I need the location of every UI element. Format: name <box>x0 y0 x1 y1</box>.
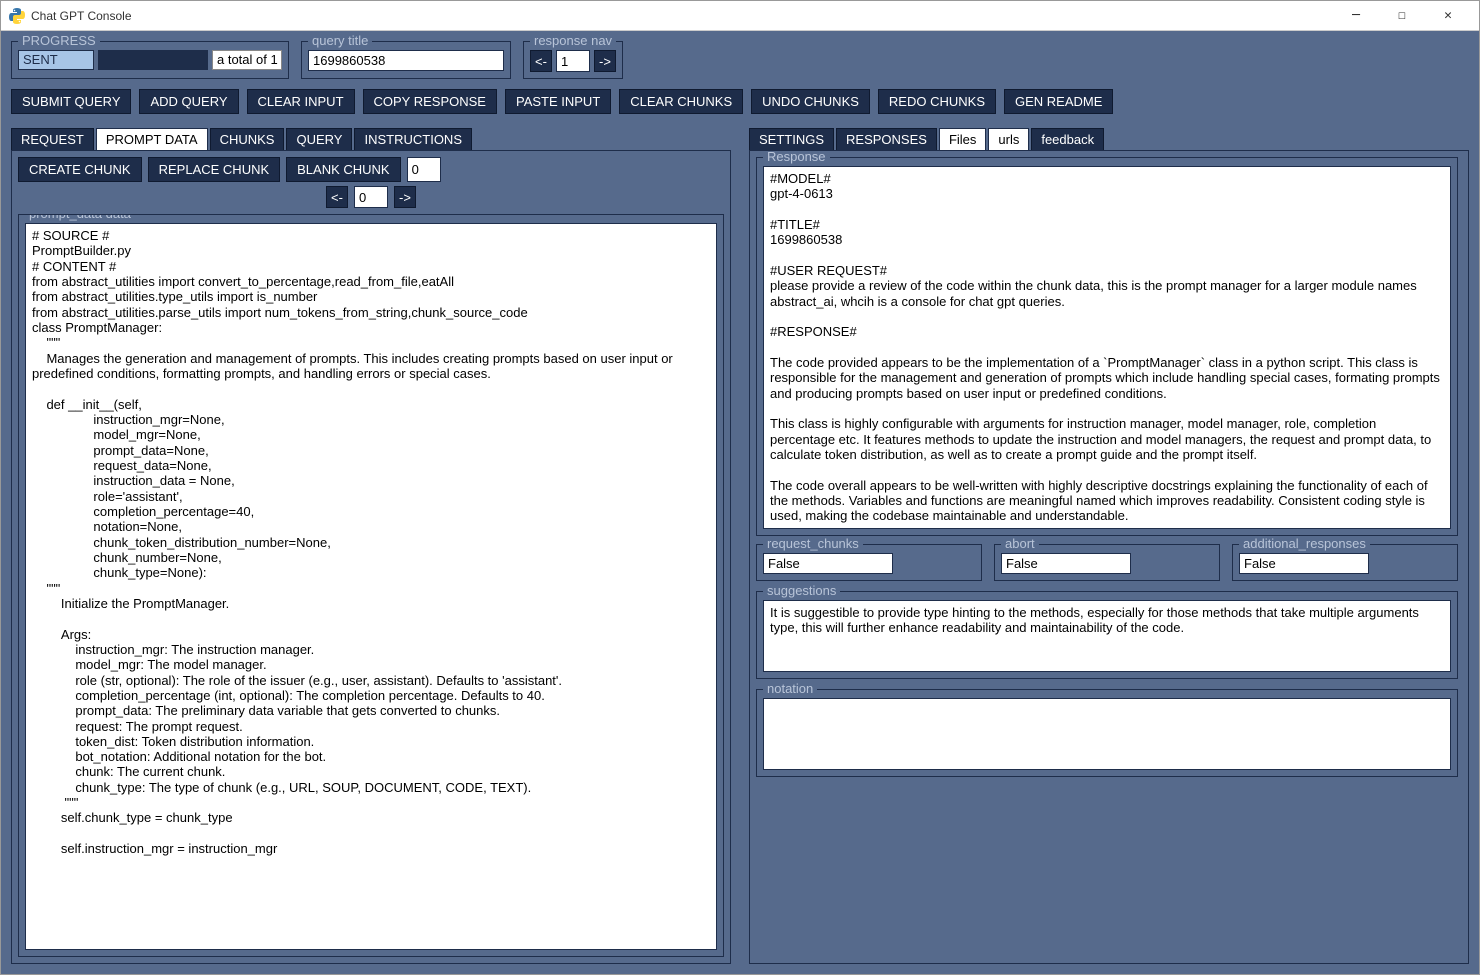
tab-responses[interactable]: RESPONSES <box>836 128 937 151</box>
chunk-nav-index[interactable] <box>354 186 388 208</box>
right-tabs: SETTINGS RESPONSES Files urls feedback <box>749 128 1469 151</box>
abort-value[interactable]: False <box>1001 553 1131 574</box>
tab-settings[interactable]: SETTINGS <box>749 128 834 151</box>
add-query-button[interactable]: ADD QUERY <box>139 89 238 114</box>
tab-query[interactable]: QUERY <box>286 128 352 151</box>
abort-group: abort False <box>994 544 1220 581</box>
request-chunks-value[interactable]: False <box>763 553 893 574</box>
python-icon <box>9 8 25 24</box>
window-title: Chat GPT Console <box>31 9 1333 23</box>
response-nav-group: response nav <- -> <box>523 41 623 79</box>
main-toolbar: SUBMIT QUERY ADD QUERY CLEAR INPUT COPY … <box>11 89 1469 114</box>
query-title-input[interactable] <box>308 50 504 71</box>
clear-input-button[interactable]: CLEAR INPUT <box>247 89 355 114</box>
redo-chunks-button[interactable]: REDO CHUNKS <box>878 89 996 114</box>
request-chunks-group: request_chunks False <box>756 544 982 581</box>
additional-responses-value[interactable]: False <box>1239 553 1369 574</box>
tab-chunks[interactable]: CHUNKS <box>210 128 285 151</box>
suggestions-textarea[interactable]: It is suggestible to provide type hintin… <box>763 600 1451 672</box>
copy-response-button[interactable]: COPY RESPONSE <box>363 89 497 114</box>
tab-request[interactable]: REQUEST <box>11 128 94 151</box>
prompt-data-textarea[interactable]: # SOURCE # PromptBuilder.py # CONTENT # … <box>25 223 717 950</box>
app-window: Chat GPT Console ─ ☐ ✕ PROGRESS SENT a t… <box>0 0 1480 975</box>
tab-files[interactable]: Files <box>939 128 986 151</box>
blank-chunk-button[interactable]: BLANK CHUNK <box>286 157 400 182</box>
gen-readme-button[interactable]: GEN README <box>1004 89 1113 114</box>
response-nav-prev[interactable]: <- <box>530 50 552 72</box>
progress-bar <box>98 50 208 70</box>
left-tabs: REQUEST PROMPT DATA CHUNKS QUERY INSTRUC… <box>11 128 731 151</box>
tab-instructions[interactable]: INSTRUCTIONS <box>354 128 472 151</box>
create-chunk-button[interactable]: CREATE CHUNK <box>18 157 142 182</box>
close-button[interactable]: ✕ <box>1425 1 1471 31</box>
response-group: Response #MODEL# gpt-4-0613 #TITLE# 1699… <box>756 157 1458 536</box>
paste-input-button[interactable]: PASTE INPUT <box>505 89 611 114</box>
response-nav-index[interactable] <box>556 50 590 72</box>
additional-responses-group: additional_responses False <box>1232 544 1458 581</box>
replace-chunk-button[interactable]: REPLACE CHUNK <box>148 157 281 182</box>
notation-group: notation <box>756 689 1458 777</box>
undo-chunks-button[interactable]: UNDO CHUNKS <box>751 89 870 114</box>
progress-status: SENT <box>18 50 94 70</box>
chunk-index-input[interactable] <box>407 157 441 182</box>
prompt-data-group: prompt_data data # SOURCE # PromptBuilde… <box>18 214 724 957</box>
titlebar: Chat GPT Console ─ ☐ ✕ <box>1 1 1479 31</box>
maximize-button[interactable]: ☐ <box>1379 1 1425 31</box>
response-textarea[interactable]: #MODEL# gpt-4-0613 #TITLE# 1699860538 #U… <box>763 166 1451 529</box>
suggestions-group: suggestions It is suggestible to provide… <box>756 591 1458 679</box>
tab-prompt-data[interactable]: PROMPT DATA <box>96 128 208 151</box>
submit-query-button[interactable]: SUBMIT QUERY <box>11 89 131 114</box>
tab-feedback[interactable]: feedback <box>1031 128 1104 151</box>
progress-group: PROGRESS SENT a total of 1 c <box>11 41 289 79</box>
response-nav-next[interactable]: -> <box>594 50 616 72</box>
notation-textarea[interactable] <box>763 698 1451 770</box>
tab-urls[interactable]: urls <box>988 128 1029 151</box>
clear-chunks-button[interactable]: CLEAR CHUNKS <box>619 89 743 114</box>
chunk-nav-next[interactable]: -> <box>394 186 416 208</box>
progress-summary: a total of 1 c <box>212 50 282 70</box>
chunk-nav-prev[interactable]: <- <box>326 186 348 208</box>
minimize-button[interactable]: ─ <box>1333 1 1379 31</box>
query-title-group: query title <box>301 41 511 79</box>
